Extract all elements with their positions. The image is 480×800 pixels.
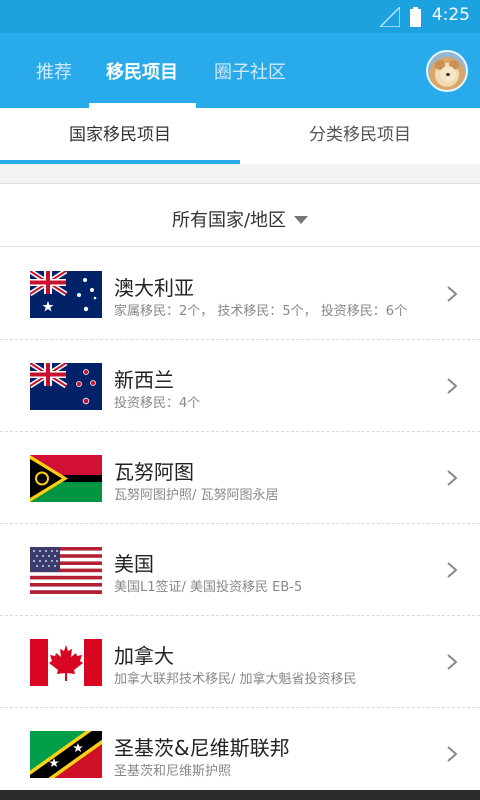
country-name: 瓦努阿图 — [114, 460, 194, 484]
status-bar: 4:25 — [0, 0, 480, 33]
country-name: 新西兰 — [114, 368, 174, 392]
signal-icon — [380, 7, 400, 27]
country-desc: 瓦努阿图护照/ 瓦努阿图永居 — [114, 488, 279, 503]
status-time: 4:25 — [431, 5, 470, 25]
saint-kitts-nevis-flag-icon — [30, 731, 102, 778]
list-item-vanuatu[interactable]: 瓦努阿图 瓦努阿图护照/ 瓦努阿图永居 — [0, 432, 480, 524]
tab-circle-community[interactable]: 圈子社区 — [214, 58, 286, 84]
bottom-edge — [0, 790, 480, 800]
canada-flag-icon — [30, 639, 102, 686]
country-desc: 加拿大联邦技术移民/ 加拿大魁省投资移民 — [114, 672, 357, 687]
country-desc: 美国L1签证/ 美国投资移民 EB-5 — [114, 580, 303, 595]
battery-icon — [410, 7, 421, 27]
australia-flag-icon — [30, 271, 102, 318]
list-item-usa[interactable]: 美国 美国L1签证/ 美国投资移民 EB-5 — [0, 524, 480, 616]
country-desc: 圣基茨和尼维斯护照 — [114, 764, 232, 779]
tab-category-projects[interactable]: 分类移民项目 — [240, 108, 480, 164]
list-item-new-zealand[interactable]: 新西兰 投资移民：4个 — [0, 340, 480, 432]
sub-tabs: 国家移民项目 分类移民项目 — [0, 108, 480, 164]
list-item-canada[interactable]: 加拿大 加拿大联邦技术移民/ 加拿大魁省投资移民 — [0, 616, 480, 708]
country-filter-dropdown[interactable]: 所有国家/地区 — [0, 185, 480, 247]
tab-recommend[interactable]: 推荐 — [36, 58, 72, 84]
country-name: 美国 — [114, 552, 154, 576]
vanuatu-flag-icon — [30, 455, 102, 502]
chevron-right-icon — [447, 378, 458, 394]
list-item-australia[interactable]: 澳大利亚 家属移民：2个， 技术移民：5个， 投资移民：6个 — [0, 248, 480, 340]
country-desc: 家属移民：2个， 技术移民：5个， 投资移民：6个 — [114, 304, 408, 319]
new-zealand-flag-icon — [30, 363, 102, 410]
country-name: 澳大利亚 — [114, 276, 194, 300]
usa-flag-icon — [30, 547, 102, 594]
section-divider — [0, 164, 480, 184]
chevron-right-icon — [447, 470, 458, 486]
country-list: 澳大利亚 家属移民：2个， 技术移民：5个， 投资移民：6个 新西兰 投资移民：… — [0, 248, 480, 800]
list-item-saint-kitts-nevis[interactable]: 圣基茨&尼维斯联邦 圣基茨和尼维斯护照 — [0, 708, 480, 800]
caret-down-icon — [294, 215, 309, 224]
chevron-right-icon — [447, 654, 458, 670]
chevron-right-icon — [447, 562, 458, 578]
tab-country-projects[interactable]: 国家移民项目 — [0, 108, 240, 164]
chevron-right-icon — [447, 746, 458, 762]
tab-immigration-projects[interactable]: 移民项目 — [106, 58, 178, 84]
chevron-right-icon — [447, 286, 458, 302]
app-bar: 推荐 移民项目 圈子社区 — [0, 33, 480, 108]
country-name: 加拿大 — [114, 644, 174, 668]
avatar[interactable] — [426, 50, 468, 92]
country-desc: 投资移民：4个 — [114, 396, 201, 411]
country-name: 圣基茨&尼维斯联邦 — [114, 736, 290, 760]
country-filter-label: 所有国家/地区 — [171, 210, 287, 231]
